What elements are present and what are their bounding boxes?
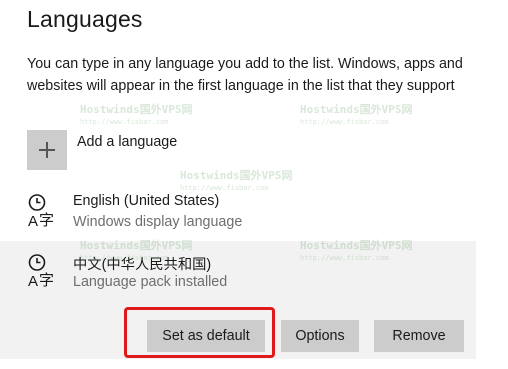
add-language-label: Add a language [77, 134, 178, 150]
options-button[interactable]: Options [281, 320, 359, 352]
svg-text:A: A [28, 273, 38, 289]
language-settings-page: Languages You can type in any language y… [0, 0, 508, 369]
language-clock-icon: A 字 [28, 254, 54, 289]
language-name: 中文(中华人民共和国) [73, 257, 212, 273]
language-status: Windows display language [73, 214, 243, 230]
language-name: English (United States) [73, 193, 220, 209]
svg-text:字: 字 [39, 211, 54, 229]
language-item-english[interactable]: A 字 English (United States) Windows disp… [0, 185, 476, 235]
page-title: Languages [27, 6, 143, 32]
language-item-chinese[interactable]: A 字 中文(中华人民共和国) Language pack installed … [0, 241, 476, 359]
language-status: Language pack installed [73, 274, 228, 290]
watermark: Hostwinds国外VPS网 http://www.fisbar.com [300, 103, 413, 126]
watermark: Hostwinds国外VPS网 http://www.fisbar.com [80, 103, 193, 126]
language-clock-icon: A 字 [28, 194, 54, 229]
svg-text:字: 字 [39, 271, 54, 289]
plus-icon [27, 130, 67, 170]
svg-text:A: A [28, 213, 38, 229]
page-description: You can type in any language you add to … [27, 56, 463, 94]
remove-button[interactable]: Remove [374, 320, 464, 352]
set-as-default-button[interactable]: Set as default [147, 320, 265, 352]
add-language-button[interactable]: Add a language [27, 130, 177, 172]
